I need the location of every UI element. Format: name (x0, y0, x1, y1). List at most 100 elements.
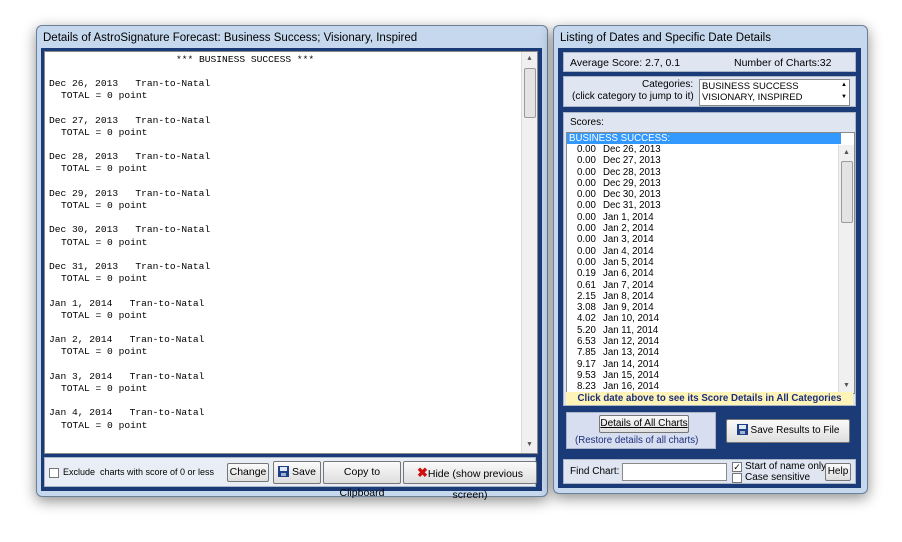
help-button[interactable]: Help (825, 463, 851, 481)
find-chart-row: Find Chart: ✓ Start of name only Case se… (563, 459, 856, 484)
save-results-button[interactable]: Save Results to File (726, 419, 850, 443)
exclude-checkbox[interactable] (49, 468, 59, 478)
forecast-total-line: TOTAL = 0 point (61, 163, 148, 175)
category-item[interactable]: VISIONARY, INSPIRED (702, 92, 803, 103)
details-all-charts-button[interactable]: Details of All Charts (599, 415, 689, 433)
score-value: 6.53 (577, 336, 596, 348)
score-value: 0.00 (577, 189, 596, 201)
find-chart-label: Find Chart: (570, 466, 620, 477)
categories-up-icon[interactable]: ▲ (841, 80, 847, 91)
change-button[interactable]: Change (227, 463, 269, 482)
forecast-date-line: Dec 29, 2013 Tran-to-Natal (49, 187, 211, 199)
floppy-disk-icon (736, 424, 748, 435)
forecast-details-text[interactable]: *** BUSINESS SUCCESS *** Dec 26, 2013 Tr… (44, 51, 538, 454)
hide-button[interactable]: ✖Hide (show previous screen) (403, 461, 537, 501)
score-row[interactable]: 5.20 Jan 11, 2014 (577, 325, 661, 336)
score-value: 3.08 (577, 302, 596, 314)
score-date: Dec 27, 2013 (603, 155, 661, 167)
forecast-entry: Dec 30, 2013 Tran-to-Natal TOTAL = 0 poin… (49, 224, 210, 248)
score-row[interactable]: 0.61 Jan 7, 2014 (577, 280, 661, 291)
scores-scrollbar[interactable]: ▲ ▼ (838, 145, 854, 393)
score-row[interactable]: 0.19 Jan 6, 2014 (577, 268, 661, 279)
score-row[interactable]: 9.53 Jan 15, 2014 (577, 370, 661, 381)
score-row[interactable]: 0.00 Jan 3, 2014 (577, 234, 661, 245)
forecast-entry: Dec 27, 2013 Tran-to-Natal TOTAL = 0 poin… (49, 115, 210, 139)
scroll-up-icon[interactable]: ▲ (839, 145, 854, 160)
scroll-thumb[interactable] (841, 161, 853, 223)
score-row[interactable]: 0.00 Jan 2, 2014 (577, 223, 661, 234)
forecast-total-line: TOTAL = 0 point (61, 309, 148, 321)
score-date: Jan 6, 2014 (603, 268, 654, 280)
score-row[interactable]: 0.00 Jan 4, 2014 (577, 246, 661, 257)
score-date: Jan 14, 2014 (603, 358, 660, 370)
scroll-up-icon[interactable]: ▲ (522, 52, 537, 67)
score-row[interactable]: 2.15 Jan 8, 2014 (577, 291, 661, 302)
score-value: 0.00 (577, 144, 596, 155)
score-date: Jan 12, 2014 (603, 336, 660, 348)
score-row[interactable]: 0.00 Dec 30, 2013 (577, 189, 661, 200)
exclude-label: Exclude charts with score of 0 or less (63, 467, 215, 477)
score-date: Jan 4, 2014 (603, 245, 654, 257)
category-item[interactable]: BUSINESS SUCCESS (702, 81, 799, 92)
scores-list[interactable]: BUSINESS SUCCESS: 0.00 Dec 26, 2013 0.00 De… (566, 132, 855, 394)
details-scrollbar[interactable]: ▲ ▼ (521, 52, 537, 453)
score-value: 4.02 (577, 313, 596, 325)
score-value: 0.00 (577, 256, 596, 268)
score-row[interactable]: 8.23 Jan 16, 2014 (577, 381, 661, 392)
categories-list[interactable]: BUSINESS SUCCESS VISIONARY, INSPIRED ▲ ▼ (699, 79, 850, 106)
score-row[interactable]: 0.00 Jan 1, 2014 (577, 212, 661, 223)
details-window-body: *** BUSINESS SUCCESS *** Dec 26, 2013 Tr… (41, 48, 542, 501)
score-value: 0.00 (577, 177, 596, 189)
forecast-date-line: Jan 3, 2014 Tran-to-Natal (49, 370, 205, 382)
forecast-entry: Dec 31, 2013 Tran-to-Natal TOTAL = 0 poin… (49, 261, 210, 285)
scroll-down-icon[interactable]: ▼ (839, 378, 854, 393)
score-date: Jan 10, 2014 (603, 313, 660, 325)
categories-hint: (click category to jump to it) (572, 91, 694, 102)
score-value: 0.00 (577, 234, 596, 246)
score-value: 0.00 (577, 211, 596, 223)
forecast-total-line: TOTAL = 0 point (61, 273, 148, 285)
score-value: 0.19 (577, 268, 596, 280)
case-sensitive-label: Case sensitive (745, 472, 811, 483)
score-date: Jan 13, 2014 (603, 347, 660, 359)
forecast-date-line: Jan 2, 2014 Tran-to-Natal (49, 334, 205, 346)
forecast-header: *** BUSINESS SUCCESS *** (176, 54, 315, 65)
score-date: Jan 15, 2014 (603, 369, 660, 381)
categories-down-icon[interactable]: ▼ (841, 92, 847, 103)
score-value: 9.53 (577, 369, 596, 381)
forecast-entry: Dec 29, 2013 Tran-to-Natal TOTAL = 0 poin… (49, 188, 210, 212)
score-row[interactable]: 6.53 Jan 12, 2014 (577, 336, 661, 347)
scroll-down-icon[interactable]: ▼ (522, 438, 537, 453)
forecast-total-line: TOTAL = 0 point (61, 346, 148, 358)
score-row[interactable]: 7.85 Jan 13, 2014 (577, 347, 661, 358)
score-date: Dec 29, 2013 (603, 177, 661, 189)
scroll-thumb[interactable] (524, 68, 536, 118)
forecast-entry: Jan 1, 2014 Tran-to-Natal TOTAL = 0 point (49, 298, 204, 322)
find-chart-input[interactable] (622, 463, 727, 481)
scores-header-selected[interactable]: BUSINESS SUCCESS: (567, 133, 841, 144)
forecast-date-line: Dec 31, 2013 Tran-to-Natal (49, 261, 211, 272)
forecast-entry: Jan 4, 2014 Tran-to-Natal TOTAL = 0 point (49, 407, 204, 431)
score-value: 0.00 (577, 155, 596, 167)
forecast-total-line: TOTAL = 0 point (61, 126, 148, 138)
score-date: Dec 28, 2013 (603, 166, 661, 178)
forecast-total-line: TOTAL = 0 point (61, 90, 148, 102)
listing-window: Listing of Dates and Specific Date Detai… (553, 25, 868, 494)
score-row[interactable]: 0.00 Dec 26, 2013 (577, 144, 661, 155)
forecast-entry: Dec 26, 2013 Tran-to-Natal TOTAL = 0 poin… (49, 78, 210, 102)
score-date: Jan 5, 2014 (603, 256, 654, 268)
score-row[interactable]: 0.00 Jan 5, 2014 (577, 257, 661, 268)
score-row[interactable]: 4.02 Jan 10, 2014 (577, 313, 661, 324)
score-row[interactable]: 9.17 Jan 14, 2014 (577, 359, 661, 370)
case-sensitive-checkbox[interactable] (732, 473, 742, 483)
score-row[interactable]: 0.00 Dec 31, 2013 (577, 200, 661, 211)
scores-panel: Scores: BUSINESS SUCCESS: 0.00 Dec 26, 20… (563, 112, 856, 406)
forecast-entry: Jan 3, 2014 Tran-to-Natal TOTAL = 0 point (49, 371, 204, 395)
score-row[interactable]: 0.00 Dec 29, 2013 (577, 178, 661, 189)
score-row[interactable]: 3.08 Jan 9, 2014 (577, 302, 661, 313)
score-row[interactable]: 0.00 Dec 27, 2013 (577, 155, 661, 166)
copy-to-clipboard-button[interactable]: Copy to Clipboard (323, 461, 401, 499)
score-row[interactable]: 0.00 Dec 28, 2013 (577, 167, 661, 178)
save-button[interactable]: Save (273, 461, 321, 484)
start-of-name-checkbox[interactable]: ✓ (732, 462, 742, 472)
